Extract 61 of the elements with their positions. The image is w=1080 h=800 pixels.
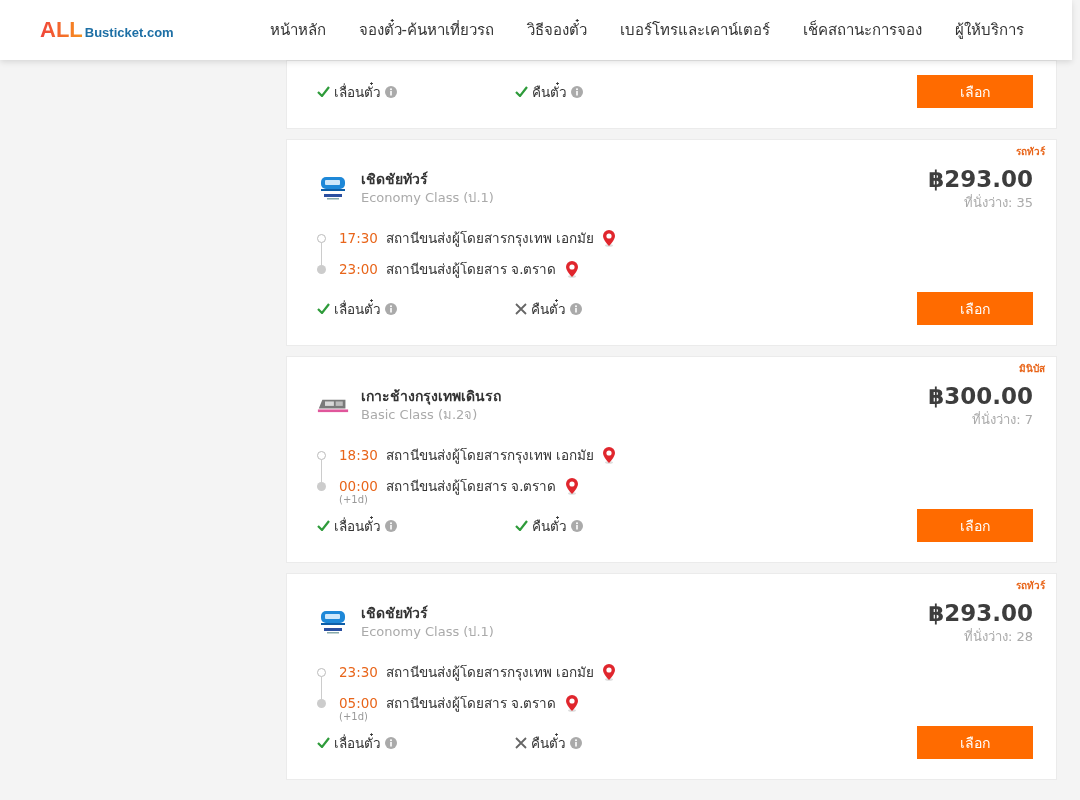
nav-link[interactable]: ผู้ให้บริการ (955, 18, 1024, 42)
map-pin-icon (564, 477, 579, 495)
operator-name: เชิดชัยทัวร์ (361, 170, 429, 189)
ticket-price: ฿293.00 (928, 165, 1033, 194)
map-pin-icon (602, 229, 617, 247)
vehicle-type-label: รถทัวร์ (1016, 580, 1045, 592)
departure-time: 18:30 (339, 446, 378, 465)
info-icon[interactable] (570, 736, 582, 749)
operator-name: เกาะช้างกรุงเทพเดินรถ (361, 387, 501, 406)
departure-time: 17:30 (339, 229, 378, 248)
map-pin-icon (564, 260, 579, 278)
station-name: สถานีขนส่งผู้โดยสารกรุงเทพ เอกมัย (385, 229, 595, 248)
nav-link[interactable]: เบอร์โทรและเคาน์เตอร์ (620, 18, 770, 42)
station-name: สถานีขนส่งผู้โดยสาร จ.ตราด (385, 260, 557, 279)
route-dot-icon (317, 451, 326, 460)
nav-link[interactable]: หน้าหลัก (269, 18, 326, 42)
info-icon[interactable] (385, 302, 397, 315)
info-icon[interactable] (385, 736, 397, 749)
info-icon[interactable] (571, 85, 583, 98)
map-pin-icon (564, 694, 579, 712)
info-icon[interactable] (570, 302, 582, 315)
vehicle-type-label: รถทัวร์ (1016, 146, 1045, 158)
operator-name: เชิดชัยทัวร์ (361, 604, 429, 623)
departure-time: 05:00 (339, 694, 378, 712)
bus-class: Economy Class (ป.1) (361, 623, 494, 641)
seats-available: ที่นั่งว่าง: 35 (963, 194, 1033, 212)
map-pin-icon (602, 446, 617, 464)
feature-label: เลื่อนตั๋ว (334, 732, 381, 753)
info-icon[interactable] (385, 85, 397, 98)
route-dot-icon (317, 668, 326, 677)
nav-link[interactable]: เช็คสถานะการจอง (803, 18, 922, 42)
station-name: สถานีขนส่งผู้โดยสารกรุงเทพ เอกมัย (385, 663, 595, 682)
feature-label: คืนตั๋ว (531, 732, 566, 753)
feature-label: เลื่อนตั๋ว (334, 81, 381, 102)
info-icon[interactable] (571, 519, 583, 532)
station-name: สถานีขนส่งผู้โดยสาร จ.ตราด (385, 477, 557, 496)
departure-time: 23:00 (339, 260, 378, 279)
site-logo[interactable]: ALL Busticket.com (40, 17, 174, 43)
route-dot-icon (317, 234, 326, 243)
departure-time: 23:30 (339, 663, 378, 682)
ticket-price: ฿293.00 (928, 599, 1033, 628)
bus-class: Economy Class (ป.1) (361, 189, 494, 207)
nav-link[interactable]: จองตั๋ว-ค้นหาเที่ยวรถ (358, 18, 494, 42)
vehicle-type-label: มินิบัส (1019, 363, 1045, 375)
day-offset: (+1d) (339, 711, 369, 723)
seats-available: ที่นั่งว่าง: 28 (963, 628, 1033, 646)
feature-label: คืนตั๋ว (531, 298, 566, 319)
day-offset: (+1d) (339, 494, 369, 506)
ticket-price: ฿300.00 (928, 382, 1033, 411)
feature-label: คืนตั๋ว (532, 81, 567, 102)
station-name: สถานีขนส่งผู้โดยสาร จ.ตราด (385, 694, 557, 713)
bus-class: Basic Class (ม.2จ) (361, 406, 479, 424)
map-pin-icon (602, 663, 617, 681)
feature-label: คืนตั๋ว (532, 515, 567, 536)
station-name: สถานีขนส่งผู้โดยสารกรุงเทพ เอกมัย (385, 446, 595, 465)
info-icon[interactable] (385, 519, 397, 532)
seats-available: ที่นั่งว่าง: 7 (972, 411, 1033, 429)
departure-time: 00:00 (339, 477, 378, 495)
nav-link[interactable]: วิธีจองตั๋ว (527, 18, 587, 42)
feature-label: เลื่อนตั๋ว (334, 515, 381, 536)
feature-label: เลื่อนตั๋ว (334, 298, 381, 319)
